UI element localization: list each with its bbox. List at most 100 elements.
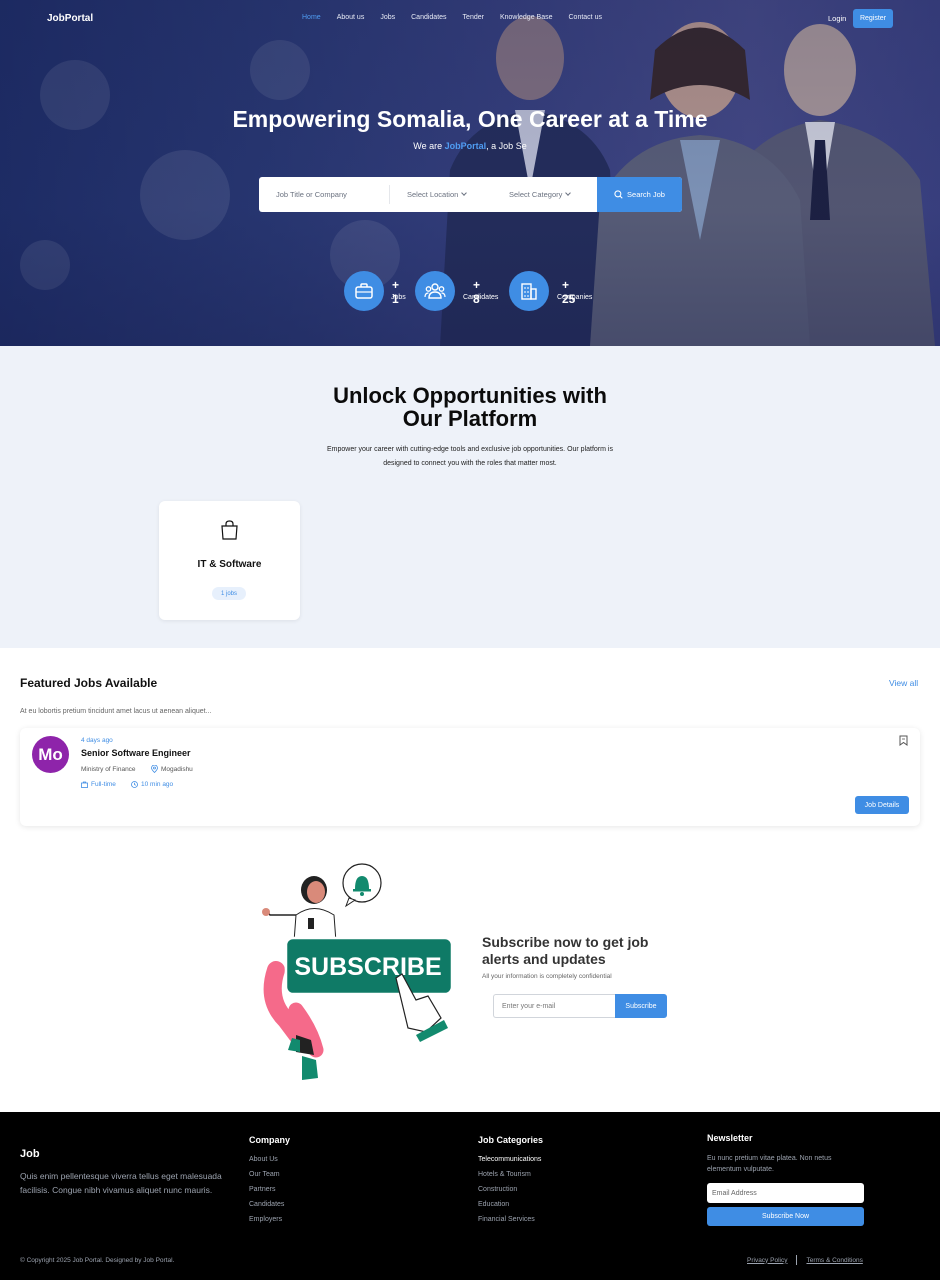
- top-nav: JobPortal Home About us Jobs Candidates …: [0, 0, 940, 38]
- email-input[interactable]: Enter your e-mail: [493, 994, 615, 1018]
- footer-legal-links: Privacy Policy Terms & Conditions: [747, 1255, 863, 1265]
- shopping-bag-icon: [221, 520, 238, 540]
- job-details-button[interactable]: Job Details: [855, 796, 909, 814]
- category-card[interactable]: IT & Software 1 jobs: [159, 501, 300, 620]
- job-location-label: Mogadishu: [161, 765, 193, 773]
- opportunities-title-line2: Our Platform: [402, 406, 538, 431]
- site-logo[interactable]: JobPortal: [47, 13, 93, 24]
- category-select-label: Select Category: [509, 190, 563, 199]
- category-job-count-badge: 1 jobs: [212, 587, 246, 600]
- footer-link-financial-services[interactable]: Financial Services: [478, 1215, 541, 1230]
- nav-link-candidates[interactable]: Candidates: [411, 14, 446, 21]
- featured-jobs-title: Featured Jobs Available: [20, 676, 158, 690]
- subscribe-illustration-text: SUBSCRIBE: [294, 953, 441, 981]
- stat-companies-label: Companies: [557, 294, 593, 301]
- job-posted-label: 10 min ago: [141, 781, 174, 788]
- opportunities-desc-line2: designed to connect you with the roles t…: [383, 459, 557, 467]
- hero-subtitle-prefix: We are: [413, 141, 445, 151]
- opportunities-title: Unlock Opportunities with Our Platform: [0, 384, 940, 430]
- hero-subtitle-brand: JobPortal: [444, 141, 487, 151]
- footer-link-construction[interactable]: Construction: [478, 1185, 541, 1200]
- job-card[interactable]: Mo 4 days ago Senior Software Engineer M…: [20, 728, 920, 826]
- stat-jobs-label: Jobs: [391, 294, 406, 301]
- opportunities-section: Unlock Opportunities with Our Platform Em…: [0, 346, 940, 648]
- nav-link-tender[interactable]: Tender: [463, 14, 484, 21]
- terms-conditions-link[interactable]: Terms & Conditions: [806, 1257, 862, 1264]
- stat-candidates-number: + 8: [473, 278, 481, 306]
- stat-jobs-number: + 1: [392, 278, 400, 306]
- job-company: Ministry of Finance: [81, 766, 136, 773]
- nav-link-knowledge-base[interactable]: Knowledge Base: [500, 14, 553, 21]
- briefcase-icon: [344, 271, 384, 311]
- opportunities-description: Empower your career with cutting-edge to…: [310, 443, 630, 470]
- footer-copyright: © Copyright 2025 Job Portal. Designed by…: [20, 1257, 175, 1264]
- footer-category-links: Telecommunications Hotels & Tourism Cons…: [478, 1155, 541, 1230]
- subscribe-note: All your information is completely confi…: [482, 973, 612, 980]
- hero-subtitle-suffix: , a Job Se: [486, 141, 527, 151]
- clock-icon: [131, 781, 138, 788]
- users-icon: [415, 271, 455, 311]
- footer-about: Quis enim pellentesque viverra tellus eg…: [20, 1171, 222, 1195]
- footer-link-candidates[interactable]: Candidates: [249, 1200, 284, 1215]
- subscribe-form: Enter your e-mail Subscribe: [493, 994, 667, 1018]
- chevron-down-icon: [461, 190, 468, 196]
- chevron-down-icon: [565, 190, 572, 196]
- category-name: IT & Software: [197, 559, 262, 570]
- footer-categories-title: Job Categories: [478, 1135, 544, 1145]
- job-type: Full-time: [81, 781, 116, 788]
- search-job-button[interactable]: Search Job: [597, 177, 682, 212]
- register-button[interactable]: Register: [853, 9, 893, 28]
- category-select[interactable]: Select Category: [495, 177, 597, 212]
- footer-link-partners[interactable]: Partners: [249, 1185, 284, 1200]
- footer-link-education[interactable]: Education: [478, 1200, 541, 1215]
- login-link[interactable]: Login: [828, 14, 846, 23]
- footer-link-about[interactable]: About Us: [249, 1155, 284, 1170]
- opportunities-desc-line1: Empower your career with cutting-edge to…: [327, 446, 613, 453]
- footer-company-links: About Us Our Team Partners Candidates Em…: [249, 1155, 284, 1230]
- job-location: Mogadishu: [151, 765, 193, 773]
- search-icon: [614, 190, 623, 199]
- job-posted-time: 10 min ago: [131, 781, 173, 788]
- nav-link-jobs[interactable]: Jobs: [380, 14, 395, 21]
- bookmark-icon[interactable]: [899, 735, 908, 746]
- footer-link-telecommunications[interactable]: Telecommunications: [478, 1155, 541, 1170]
- subscribe-illustration: SUBSCRIBE: [262, 863, 454, 1080]
- location-select-label: Select Location: [407, 190, 459, 199]
- building-icon: [509, 271, 549, 311]
- hero-section: JobPortal Home About us Jobs Candidates …: [0, 0, 940, 346]
- nav-link-about[interactable]: About us: [337, 14, 365, 21]
- job-title-input[interactable]: Job Title or Company: [259, 185, 390, 204]
- footer-newsletter-description: Eu nunc pretium vitae platea. Non netus …: [707, 1155, 832, 1173]
- opportunities-title-line1: Unlock Opportunities with: [333, 383, 607, 408]
- hero-subtitle: We are JobPortal, a Job Se: [0, 141, 940, 151]
- footer-link-hotels-tourism[interactable]: Hotels & Tourism: [478, 1170, 541, 1185]
- footer-brand: Job: [20, 1148, 40, 1160]
- newsletter-email-input[interactable]: Email Address: [707, 1183, 864, 1203]
- nav-link-contact[interactable]: Contact us: [569, 14, 602, 21]
- footer-divider: [796, 1255, 798, 1265]
- stat-candidates-label: Candidates: [463, 294, 499, 301]
- footer-link-team[interactable]: Our Team: [249, 1170, 284, 1185]
- job-type-label: Full-time: [91, 781, 116, 788]
- stat-companies-number: + 25: [562, 278, 576, 306]
- search-job-label: Search Job: [627, 190, 665, 199]
- briefcase-icon: [81, 781, 88, 788]
- footer-link-employers[interactable]: Employers: [249, 1215, 284, 1230]
- footer-newsletter-title: Newsletter: [707, 1133, 753, 1143]
- site-footer: Job Quis enim pellentesque viverra tellu…: [0, 1112, 940, 1280]
- footer-company-title: Company: [249, 1135, 291, 1145]
- subscribe-button[interactable]: Subscribe: [615, 994, 667, 1018]
- featured-jobs-description: At eu lobortis pretium tincidunt amet la…: [20, 708, 212, 715]
- job-title[interactable]: Senior Software Engineer: [81, 748, 191, 758]
- company-avatar: Mo: [32, 736, 69, 773]
- map-pin-icon: [151, 765, 158, 773]
- subscribe-title: Subscribe now to get job alerts and upda…: [482, 934, 649, 967]
- privacy-policy-link[interactable]: Privacy Policy: [747, 1257, 787, 1264]
- hero-title: Empowering Somalia, One Career at a Time: [232, 106, 708, 132]
- view-all-link[interactable]: View all: [889, 678, 918, 688]
- nav-link-home[interactable]: Home: [302, 14, 321, 21]
- location-select[interactable]: Select Location: [390, 177, 495, 212]
- job-search-bar: Job Title or Company Select Location Sel…: [259, 177, 682, 212]
- nav-links: Home About us Jobs Candidates Tender Kno…: [302, 14, 618, 21]
- newsletter-subscribe-button[interactable]: Subscribe Now: [707, 1207, 864, 1226]
